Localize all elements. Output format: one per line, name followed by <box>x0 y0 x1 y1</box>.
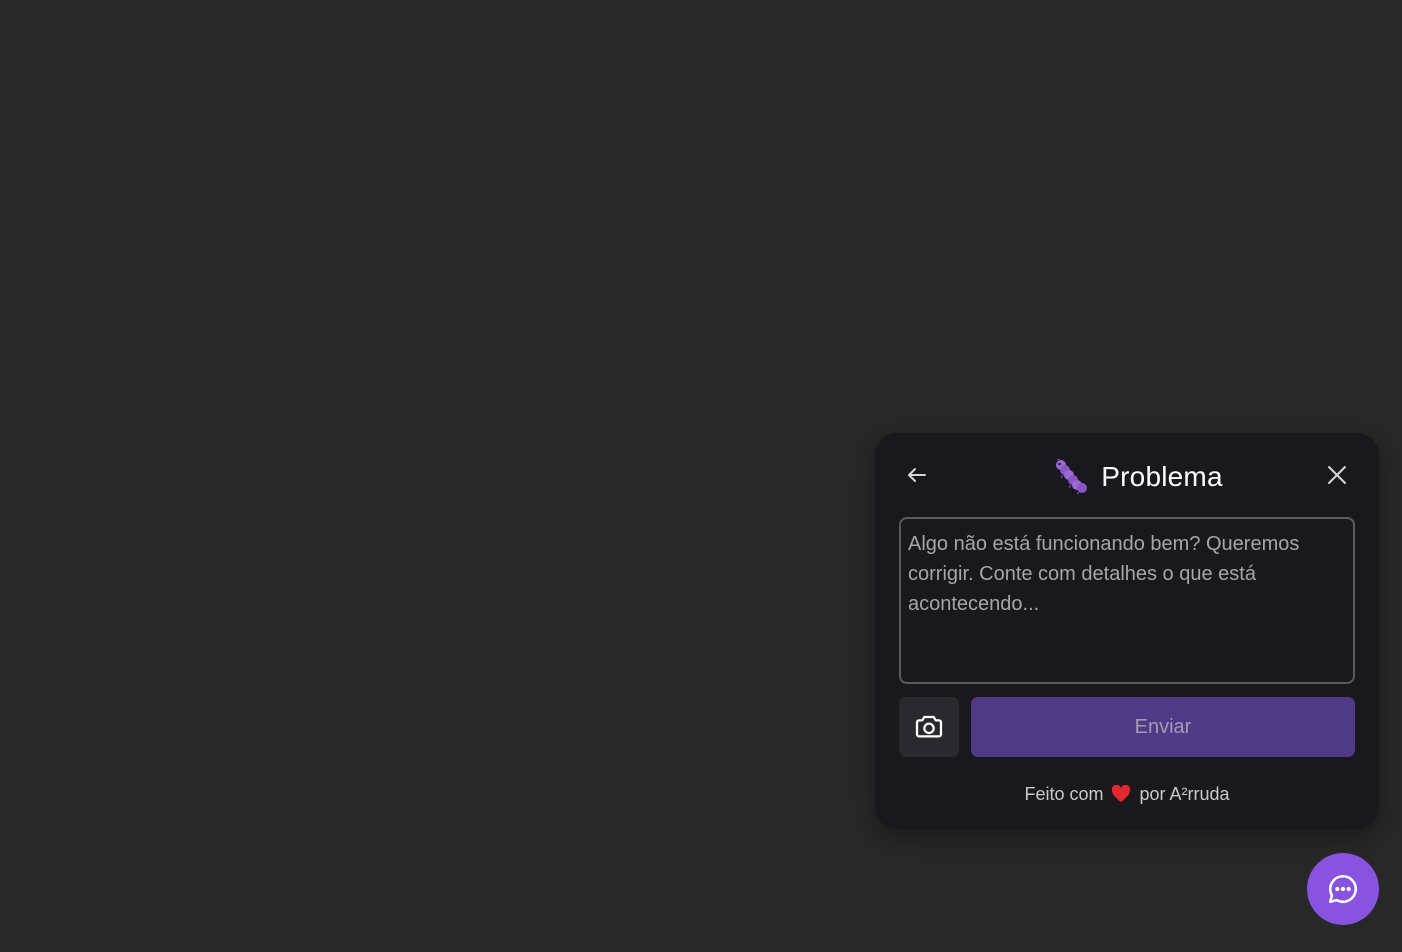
title-text: Problema <box>1101 461 1223 492</box>
camera-icon <box>915 715 943 738</box>
page-background: Problema Enviar Feito com <box>0 0 1402 952</box>
close-icon <box>1328 466 1346 484</box>
feedback-widget: Problema Enviar Feito com <box>875 433 1379 829</box>
widget-title: Problema <box>875 457 1379 497</box>
caterpillar-bug-icon <box>1056 459 1088 495</box>
close-button[interactable] <box>1321 459 1353 491</box>
send-button-label: Enviar <box>1134 715 1192 738</box>
widget-header: Problema <box>875 433 1379 517</box>
send-button[interactable]: Enviar <box>971 697 1355 757</box>
problem-description-input[interactable] <box>899 517 1355 684</box>
footer-made-with: Feito com <box>1024 783 1104 804</box>
feedback-launcher-button[interactable] <box>1307 853 1379 925</box>
chat-bubble-icon <box>1328 874 1357 904</box>
screenshot-button[interactable] <box>899 697 959 757</box>
widget-footer: Feito com por A²rruda <box>875 779 1379 809</box>
heart-icon <box>1112 785 1131 803</box>
footer-author-link[interactable]: por A²rruda <box>1139 784 1229 805</box>
